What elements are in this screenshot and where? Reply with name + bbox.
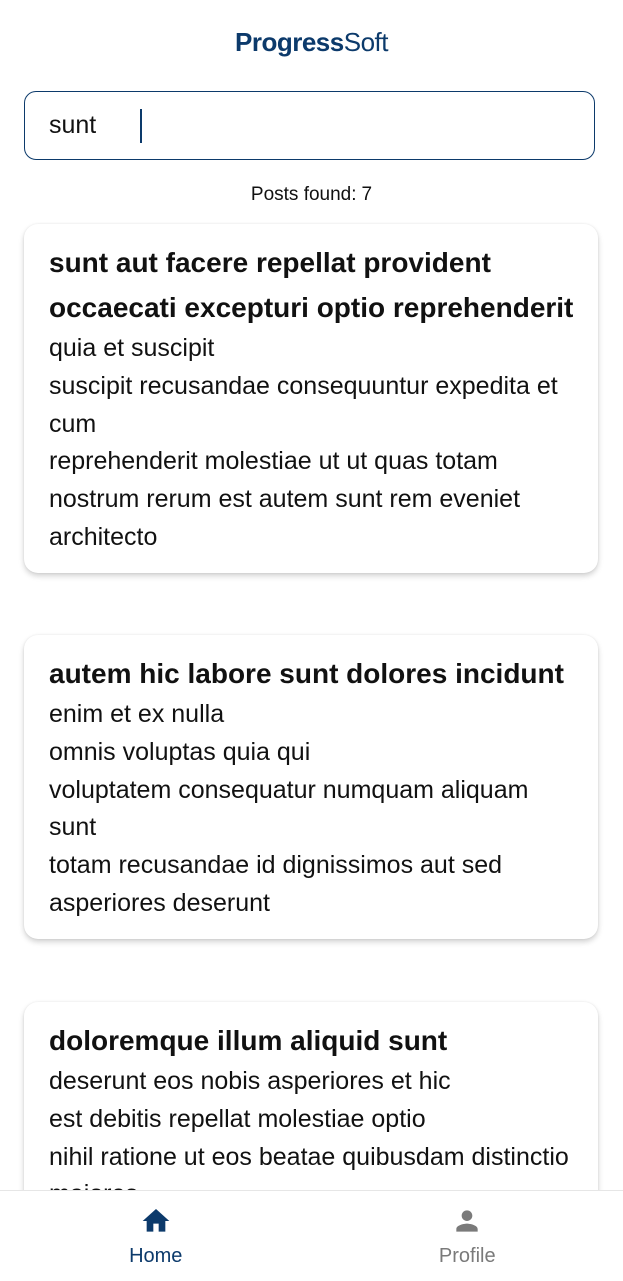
logo-light-text: Soft xyxy=(344,27,388,57)
app-header: ProgressSoft xyxy=(0,0,623,84)
post-title: sunt aut facere repellat provident occae… xyxy=(49,240,574,330)
bottom-navigation: Home Profile xyxy=(0,1190,623,1281)
post-title: autem hic labore sunt dolores incidunt xyxy=(49,651,574,696)
post-body: enim et ex nulla omnis voluptas quia qui… xyxy=(49,696,574,923)
search-field[interactable] xyxy=(24,91,595,160)
logo-bold-text: Progress xyxy=(235,27,344,57)
post-body: quia et suscipit suscipit recusandae con… xyxy=(49,330,574,557)
progresssoft-logo: ProgressSoft xyxy=(235,27,388,58)
post-title: doloremque illum aliquid sunt xyxy=(49,1018,574,1063)
home-icon xyxy=(140,1205,172,1237)
posts-found-count: Posts found:7 xyxy=(0,184,623,206)
post-card[interactable]: autem hic labore sunt dolores incidunt e… xyxy=(24,635,598,939)
nav-label-home: Home xyxy=(129,1245,182,1268)
nav-item-profile[interactable]: Profile xyxy=(312,1191,623,1281)
search-input[interactable] xyxy=(49,111,139,140)
text-cursor xyxy=(140,109,142,143)
post-card[interactable]: doloremque illum aliquid sunt deserunt e… xyxy=(24,1002,598,1190)
post-card[interactable]: sunt aut facere repellat provident occae… xyxy=(24,224,598,573)
nav-item-home[interactable]: Home xyxy=(0,1191,312,1281)
posts-list[interactable]: sunt aut facere repellat provident occae… xyxy=(0,222,623,1190)
person-icon xyxy=(451,1205,483,1237)
post-body: deserunt eos nobis asperiores et hic est… xyxy=(49,1063,574,1190)
posts-found-label: Posts found: xyxy=(251,184,357,205)
nav-label-profile: Profile xyxy=(439,1245,496,1268)
posts-found-number: 7 xyxy=(362,184,373,205)
